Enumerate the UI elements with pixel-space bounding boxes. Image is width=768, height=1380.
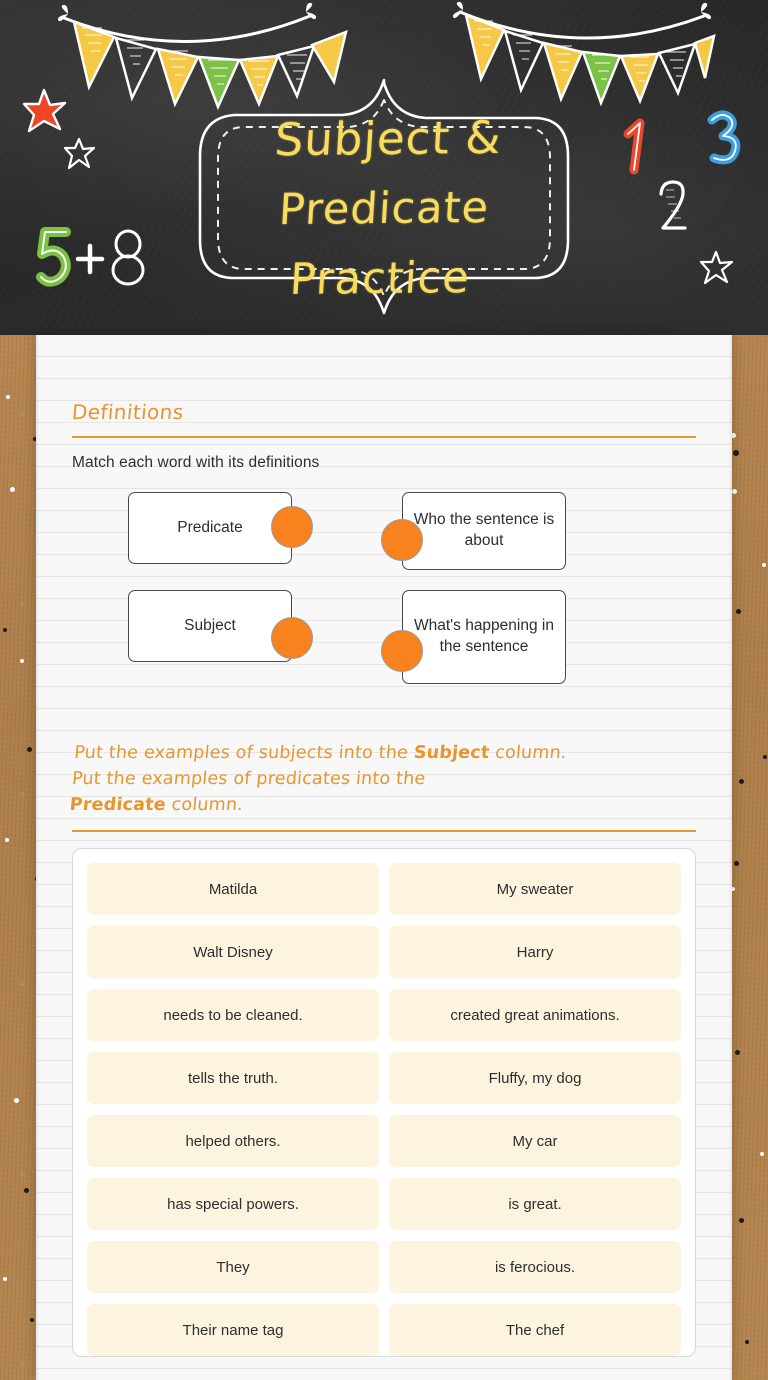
instructions-predicate-keyword: Predicate — [68, 795, 167, 815]
title-line-1: Subject & — [273, 110, 504, 167]
word-tile[interactable]: tells the truth. — [87, 1052, 379, 1104]
cork-speck — [762, 563, 766, 567]
cork-speck — [3, 1277, 7, 1281]
cork-speck — [734, 861, 739, 866]
cork-speck — [739, 779, 744, 784]
word-tile[interactable]: Fluffy, my dog — [389, 1052, 681, 1104]
word-tile[interactable]: Walt Disney — [87, 926, 379, 978]
match-dot-left[interactable] — [271, 617, 313, 659]
word-tile[interactable]: My sweater — [389, 863, 681, 915]
word-tile[interactable]: helped others. — [87, 1115, 379, 1167]
cork-speck — [735, 1050, 740, 1055]
page-title: Subject & Predicate Practice — [186, 102, 583, 316]
match-dot-right[interactable] — [381, 519, 423, 561]
chalkboard-banner: Subject & Predicate Practice — [0, 0, 768, 335]
cork-speck — [3, 628, 7, 632]
star-white-small-icon — [63, 137, 96, 170]
word-tile[interactable]: Matilda — [87, 863, 379, 915]
bunting-right-icon — [452, 1, 716, 107]
number-3-blue-icon — [706, 110, 741, 166]
cork-speck — [30, 1318, 34, 1322]
instructions-line1-a: Put the examples of subjects into the — [73, 743, 415, 763]
section-divider — [72, 436, 696, 438]
word-tile[interactable]: Their name tag — [87, 1304, 379, 1356]
star-red-icon — [22, 88, 67, 134]
cork-speck — [732, 489, 737, 494]
star-white-right-icon — [699, 250, 734, 285]
match-term-card[interactable]: Predicate — [128, 492, 292, 564]
number-5-green-icon — [36, 227, 72, 287]
word-tile[interactable]: is great. — [389, 1178, 681, 1230]
match-row: Subject What's happening in the sentence — [72, 590, 696, 684]
match-definition-card[interactable]: Who the sentence is about — [402, 492, 566, 570]
word-tile[interactable]: My car — [389, 1115, 681, 1167]
cork-speck — [5, 838, 9, 842]
match-dot-left[interactable] — [271, 506, 313, 548]
word-tile[interactable]: has special powers. — [87, 1178, 379, 1230]
cork-speck — [733, 450, 739, 456]
section-divider — [72, 830, 696, 832]
match-row: Predicate Who the sentence is about — [72, 492, 696, 570]
cork-speck — [24, 1188, 29, 1193]
cork-speck — [739, 1218, 744, 1223]
word-bank-grid: Matilda My sweater Walt Disney Harry nee… — [87, 863, 681, 1356]
word-tile[interactable]: created great animations. — [389, 989, 681, 1041]
worksheet-paper: Definitions Match each word with its def… — [36, 335, 732, 1380]
cork-speck — [6, 395, 10, 399]
cork-speck — [10, 487, 15, 492]
cork-speck — [20, 659, 24, 663]
sorting-instructions: Put the examples of subjects into the Su… — [69, 740, 700, 818]
definitions-heading: Definitions — [70, 400, 185, 424]
title-line-2: Predicate Practice — [277, 182, 491, 305]
number-8-white-icon — [110, 228, 146, 286]
definitions-section: Definitions Match each word with its def… — [70, 335, 696, 684]
definitions-prompt: Match each word with its definitions — [72, 454, 320, 471]
number-1-red-icon — [622, 118, 654, 176]
instructions-line2-a: Put the examples of predicates into the — [71, 769, 427, 789]
match-definition-card[interactable]: What's happening in the sentence — [402, 590, 566, 684]
word-tile[interactable]: is ferocious. — [389, 1241, 681, 1293]
cork-speck — [27, 747, 32, 752]
word-tile[interactable]: They — [87, 1241, 379, 1293]
cork-speck — [760, 1152, 764, 1156]
cork-speck — [14, 1098, 19, 1103]
cork-speck — [745, 1340, 749, 1344]
word-tile[interactable]: Harry — [389, 926, 681, 978]
cork-speck — [736, 609, 741, 614]
match-dot-right[interactable] — [381, 630, 423, 672]
plus-white-icon — [75, 243, 105, 275]
word-bank-panel: Matilda My sweater Walt Disney Harry nee… — [72, 848, 696, 1357]
instructions-line2-b: column. — [164, 795, 244, 815]
instructions-subject-keyword: Subject — [412, 743, 491, 763]
instructions-line1-b: column. — [488, 743, 568, 763]
match-term-card[interactable]: Subject — [128, 590, 292, 662]
bunting-left-icon — [56, 2, 348, 111]
word-tile[interactable]: The chef — [389, 1304, 681, 1356]
word-tile[interactable]: needs to be cleaned. — [87, 989, 379, 1041]
cork-speck — [763, 755, 767, 759]
number-2-white-icon — [655, 178, 689, 234]
